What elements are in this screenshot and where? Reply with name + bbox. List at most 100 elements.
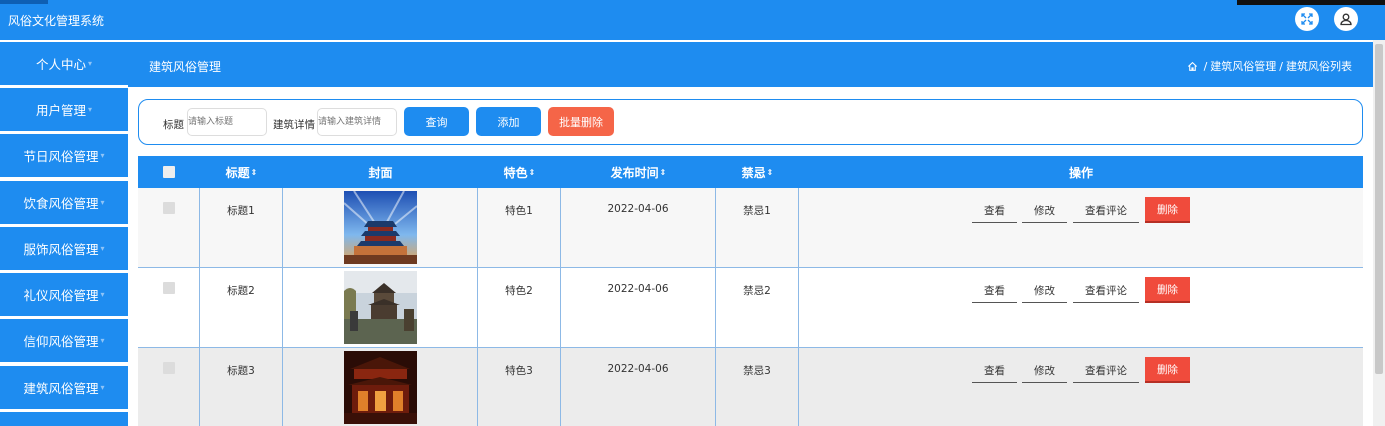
edit-button[interactable]: 修改: [1022, 279, 1067, 303]
delete-button[interactable]: 删除: [1145, 277, 1190, 303]
sidebar-item-label: 信仰风俗管理: [23, 334, 99, 349]
row-taboo: 禁忌2: [743, 285, 771, 297]
date-cell: 2022-04-06: [561, 268, 716, 348]
checkbox-cell: [138, 268, 200, 348]
detail-label: 建筑详情: [273, 119, 315, 131]
row-date: 2022-04-06: [607, 363, 669, 375]
row-feature: 特色2: [505, 285, 533, 297]
sidebar-item-food-customs[interactable]: 饮食风俗管理 ▾: [0, 181, 128, 224]
chevron-down-icon: ▾: [100, 383, 105, 392]
taboo-cell: 禁忌3: [716, 348, 799, 426]
page-header: 建筑风俗管理 / 建筑风俗管理 / 建筑风俗列表: [128, 42, 1373, 87]
breadcrumb-separator: /: [1203, 59, 1208, 73]
sidebar-item-partial[interactable]: [0, 412, 128, 426]
chevron-down-icon: ▾: [88, 105, 93, 114]
sidebar-item-costume-customs[interactable]: 服饰风俗管理 ▾: [0, 227, 128, 270]
view-comments-button[interactable]: 查看评论: [1073, 279, 1139, 303]
add-button[interactable]: 添加: [476, 107, 541, 136]
home-icon[interactable]: [1187, 61, 1198, 72]
sidebar-item-architecture-customs[interactable]: 建筑风俗管理 ▾: [0, 366, 128, 409]
select-all-checkbox[interactable]: [163, 166, 175, 178]
column-header-actions: 操作: [799, 156, 1363, 188]
row-date: 2022-04-06: [607, 283, 669, 295]
row-checkbox[interactable]: [163, 362, 175, 374]
cover-image[interactable]: [344, 351, 417, 424]
row-taboo: 禁忌1: [743, 205, 771, 217]
fullscreen-icon: [1301, 13, 1313, 25]
cover-cell: [283, 188, 478, 268]
view-button[interactable]: 查看: [972, 359, 1017, 383]
title-cell: 标题1: [200, 188, 283, 268]
window-strip: [1237, 0, 1385, 5]
edit-button[interactable]: 修改: [1022, 359, 1067, 383]
detail-input[interactable]: [317, 108, 397, 136]
user-icon: [1340, 13, 1352, 26]
taboo-cell: 禁忌2: [716, 268, 799, 348]
batch-delete-button[interactable]: 批量删除: [548, 107, 614, 136]
row-date: 2022-04-06: [607, 203, 669, 215]
chevron-down-icon: ▾: [100, 198, 105, 207]
view-comments-button[interactable]: 查看评论: [1073, 199, 1139, 223]
breadcrumb-level1[interactable]: 建筑风俗管理: [1210, 58, 1276, 74]
sidebar-item-label: 礼仪风俗管理: [23, 288, 99, 303]
fullscreen-button[interactable]: [1295, 7, 1319, 31]
cover-cell: [283, 268, 478, 348]
sidebar-item-festival-customs[interactable]: 节日风俗管理 ▾: [0, 134, 128, 177]
chevron-down-icon: ▾: [100, 151, 105, 160]
feature-cell: 特色2: [478, 268, 561, 348]
checkbox-cell: [138, 188, 200, 268]
column-header-feature[interactable]: 特色 ⇕: [478, 156, 561, 188]
title-label: 标题: [163, 119, 184, 131]
active-tab-indicator: [0, 0, 48, 4]
sidebar-item-label: 个人中心: [35, 57, 86, 72]
view-button[interactable]: 查看: [972, 279, 1017, 303]
column-header-date[interactable]: 发布时间 ⇕: [561, 156, 716, 188]
view-comments-button[interactable]: 查看评论: [1073, 359, 1139, 383]
table-row: 标题1 特色1 2022-04-06 禁忌1 查看 修改 查看评论 删除: [138, 188, 1363, 268]
date-cell: 2022-04-06: [561, 348, 716, 426]
title-cell: 标题2: [200, 268, 283, 348]
sidebar-item-personal-center[interactable]: 个人中心 ▾: [0, 42, 128, 85]
sort-icon: ⇕: [766, 167, 774, 177]
sidebar: 个人中心 ▾ 用户管理 ▾ 节日风俗管理 ▾ 饮食风俗管理 ▾ 服饰风俗管理 ▾ 礼仪风俗…: [0, 40, 128, 426]
sidebar-item-belief-customs[interactable]: 信仰风俗管理 ▾: [0, 319, 128, 362]
view-button[interactable]: 查看: [972, 199, 1017, 223]
title-cell: 标题3: [200, 348, 283, 426]
title-input[interactable]: [187, 108, 267, 136]
edit-button[interactable]: 修改: [1022, 199, 1067, 223]
cover-cell: [283, 348, 478, 426]
actions-cell: 查看 修改 查看评论 删除: [799, 188, 1363, 268]
column-header-taboo[interactable]: 禁忌 ⇕: [716, 156, 799, 188]
sort-icon: ⇕: [528, 167, 536, 177]
column-header-cover: 封面: [283, 156, 478, 188]
column-header-label: 禁忌: [741, 165, 766, 180]
actions-cell: 查看 修改 查看评论 删除: [799, 348, 1363, 426]
search-form: 标题 建筑详情 查询 添加 批量删除: [138, 99, 1363, 145]
sidebar-item-user-management[interactable]: 用户管理 ▾: [0, 88, 128, 131]
query-button[interactable]: 查询: [404, 107, 469, 136]
column-header-label: 操作: [1068, 165, 1093, 180]
user-button[interactable]: [1334, 7, 1358, 31]
select-all-cell: [138, 156, 200, 188]
breadcrumb: / 建筑风俗管理 / 建筑风俗列表: [1187, 58, 1352, 74]
row-title: 标题1: [227, 205, 255, 217]
cover-image[interactable]: [344, 271, 417, 344]
page-title: 建筑风俗管理: [149, 60, 222, 74]
column-header-title[interactable]: 标题 ⇕: [200, 156, 283, 188]
taboo-cell: 禁忌1: [716, 188, 799, 268]
column-header-label: 发布时间: [610, 165, 659, 180]
delete-button[interactable]: 删除: [1145, 197, 1190, 223]
row-checkbox[interactable]: [163, 202, 175, 214]
row-checkbox[interactable]: [163, 282, 175, 294]
cover-image[interactable]: [344, 191, 417, 264]
scrollbar-thumb[interactable]: [1375, 44, 1383, 374]
column-header-label: 封面: [368, 165, 393, 180]
table-row: 标题3 特色3 2022-04-06 禁忌3 查看 修改 查看评论 删除: [138, 348, 1363, 426]
chevron-down-icon: ▾: [100, 244, 105, 253]
table-row: 标题2 特色2 2022-04-06 禁忌2 查看 修改 查看评论 删除: [138, 268, 1363, 348]
delete-button[interactable]: 删除: [1145, 357, 1190, 383]
feature-cell: 特色3: [478, 348, 561, 426]
breadcrumb-separator: /: [1279, 59, 1283, 73]
sidebar-item-etiquette-customs[interactable]: 礼仪风俗管理 ▾: [0, 273, 128, 316]
actions-cell: 查看 修改 查看评论 删除: [799, 268, 1363, 348]
